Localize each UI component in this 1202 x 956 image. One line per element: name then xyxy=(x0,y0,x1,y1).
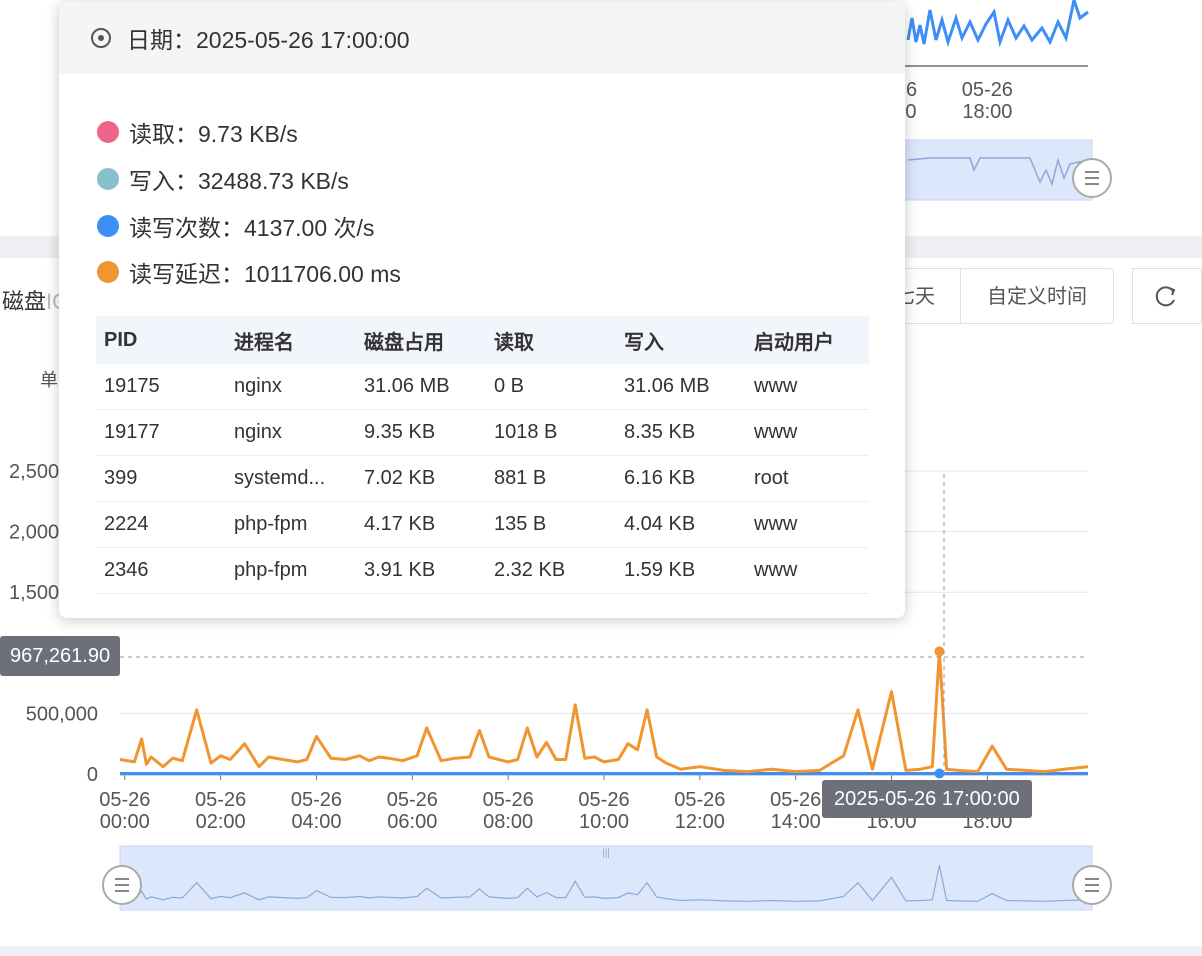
column-header-process-name: 进程名 xyxy=(226,316,356,364)
cell-pid: 19177 xyxy=(96,409,226,456)
x-tick-label: 14:00 xyxy=(771,811,821,833)
x-tick-label: 05-26 xyxy=(578,789,629,811)
cell-pid: 2346 xyxy=(96,547,226,594)
column-header-write: 写入 xyxy=(616,316,746,364)
metric-label: 读取：9.73 KB/s xyxy=(129,121,298,147)
tooltip-metric-write: 写入：32488.73 KB/s xyxy=(97,162,349,196)
table-row: 19177 nginx 9.35 KB 1018 B 8.35 KB www xyxy=(96,409,869,456)
x-tick-label: 02:00 xyxy=(196,811,246,833)
axis-pointer-y-label: 967,261.90 xyxy=(0,636,121,676)
cell-write: 1.59 KB xyxy=(616,547,746,594)
cell-read: 1018 B xyxy=(486,409,616,456)
cell-read: 2.32 KB xyxy=(486,547,616,594)
cell-write: 8.35 KB xyxy=(616,409,746,456)
cell-write: 31.06 MB xyxy=(616,364,746,410)
tooltip-header: 日期：2025-05-26 17:00:00 xyxy=(59,2,905,74)
column-header-read: 读取 xyxy=(486,316,616,364)
cell-disk-usage: 7.02 KB xyxy=(356,455,486,502)
x-tick-label: 10:00 xyxy=(579,811,629,833)
cell-disk-usage: 9.35 KB xyxy=(356,409,486,456)
table-row: 2224 php-fpm 4.17 KB 135 B 4.04 KB www xyxy=(96,501,869,548)
cell-disk-usage: 31.06 MB xyxy=(356,364,486,410)
x-tick-label: 05-26 xyxy=(674,789,725,811)
axis-pointer-x-label: 2025-05-26 17:00:00 xyxy=(822,780,1032,818)
x-tick-label: 05-26 xyxy=(387,789,438,811)
table-row: 399 systemd... 7.02 KB 881 B 6.16 KB roo… xyxy=(96,455,869,502)
x-tick-label: 00:00 xyxy=(100,811,150,833)
cell-process-name: nginx xyxy=(226,364,356,410)
column-header-disk-usage: 磁盘占用 xyxy=(356,316,486,364)
tooltip-metric-read: 读取：9.73 KB/s xyxy=(97,115,298,149)
x-tick-label: 05-26 xyxy=(195,789,246,811)
cell-write: 4.04 KB xyxy=(616,501,746,548)
x-tick-label: 05-26 xyxy=(291,789,342,811)
data-tooltip: 日期：2025-05-26 17:00:00 读取：9.73 KB/s 写入：3… xyxy=(59,2,905,618)
cell-read: 0 B xyxy=(486,364,616,410)
tooltip-date: 日期：2025-05-26 17:00:00 xyxy=(127,27,410,53)
column-header-pid: PID xyxy=(96,316,226,364)
tooltip-metric-latency: 读写延迟：1011706.00 ms xyxy=(97,255,401,289)
table-header-row: PID 进程名 磁盘占用 读取 写入 启动用户 xyxy=(96,316,869,364)
cell-disk-usage: 4.17 KB xyxy=(356,501,486,548)
x-tick-label: 06:00 xyxy=(387,811,437,833)
x-tick-label: 08:00 xyxy=(483,811,533,833)
column-header-user: 启动用户 xyxy=(746,316,869,364)
cell-process-name: systemd... xyxy=(226,455,356,502)
metric-label: 写入：32488.73 KB/s xyxy=(129,168,349,194)
metric-color-dot xyxy=(97,261,119,283)
iops-highlight-point xyxy=(934,768,945,779)
cell-process-name: nginx xyxy=(226,409,356,456)
x-tick-label: 04:00 xyxy=(291,811,341,833)
process-table: PID 进程名 磁盘占用 读取 写入 启动用户 19175 nginx 31.0… xyxy=(96,316,869,594)
table-row: 19175 nginx 31.06 MB 0 B 31.06 MB www xyxy=(96,364,869,410)
cell-disk-usage: 3.91 KB xyxy=(356,547,486,594)
chart-series xyxy=(119,646,1089,779)
metric-color-dot xyxy=(97,168,119,190)
chart-zoom-handle-left[interactable] xyxy=(102,865,142,905)
cell-user: www xyxy=(746,409,869,456)
cell-user: root xyxy=(746,455,869,502)
cell-process-name: php-fpm xyxy=(226,547,356,594)
table-row: 2346 php-fpm 3.91 KB 2.32 KB 1.59 KB www xyxy=(96,547,869,594)
cell-pid: 19175 xyxy=(96,364,226,410)
latency-highlight-point xyxy=(934,646,945,657)
clock-icon xyxy=(91,28,111,48)
cell-user: www xyxy=(746,501,869,548)
y-tick-label: 0 xyxy=(87,764,98,786)
cell-read: 881 B xyxy=(486,455,616,502)
cell-pid: 2224 xyxy=(96,501,226,548)
zoom-slider-grip[interactable]: ||| xyxy=(602,848,610,859)
metric-label: 读写延迟：1011706.00 ms xyxy=(129,261,401,287)
x-tick-label: 05-26 xyxy=(770,789,821,811)
cell-process-name: php-fpm xyxy=(226,501,356,548)
cell-write: 6.16 KB xyxy=(616,455,746,502)
y-tick-label: 500,000 xyxy=(26,703,98,725)
chart-zoom-handle-right[interactable] xyxy=(1072,865,1112,905)
series-line-读写延迟 xyxy=(119,649,1089,774)
cell-user: www xyxy=(746,547,869,594)
cell-pid: 399 xyxy=(96,455,226,502)
x-tick-label: 12:00 xyxy=(675,811,725,833)
x-tick-label: 05-26 xyxy=(483,789,534,811)
cell-read: 135 B xyxy=(486,501,616,548)
tooltip-metric-iops: 读写次数：4137.00 次/s xyxy=(97,209,374,243)
metric-color-dot xyxy=(97,215,119,237)
metric-label: 读写次数：4137.00 次/s xyxy=(129,215,375,241)
x-tick-label: 05-26 xyxy=(99,789,150,811)
cell-user: www xyxy=(746,364,869,410)
metric-color-dot xyxy=(97,121,119,143)
